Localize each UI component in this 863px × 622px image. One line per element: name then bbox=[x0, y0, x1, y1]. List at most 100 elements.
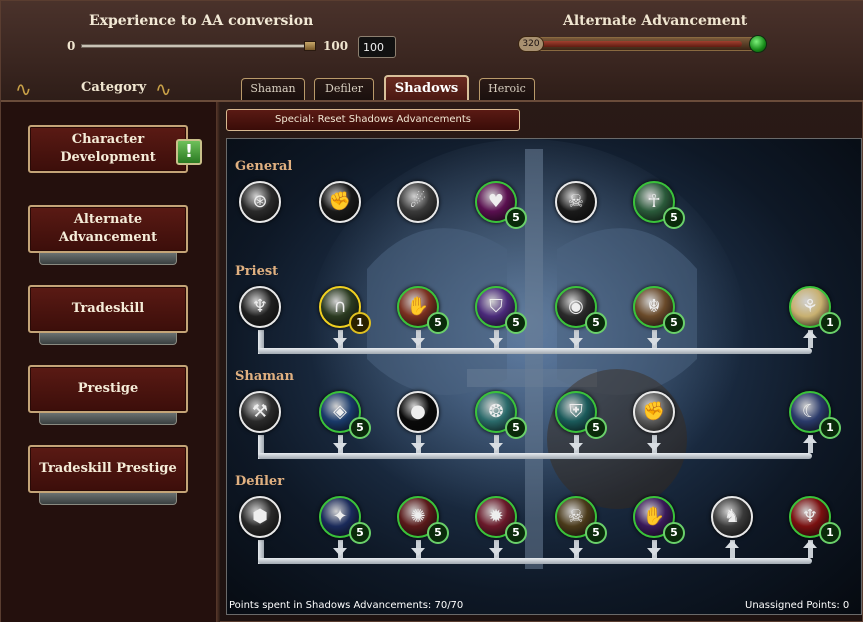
tree-connector bbox=[258, 453, 812, 459]
heart-icon: ♥ bbox=[487, 191, 505, 212]
arrow-down-icon bbox=[333, 443, 347, 451]
tree-connector bbox=[258, 558, 812, 564]
mask-icon: ❂ bbox=[488, 401, 504, 422]
rank-badge: 1 bbox=[819, 522, 841, 544]
conversion-slider[interactable] bbox=[81, 44, 315, 48]
sidebar-item-tray bbox=[39, 253, 177, 265]
row-label-defiler: Defiler bbox=[235, 474, 285, 489]
arrow-down-icon bbox=[569, 443, 583, 451]
rank-badge: 5 bbox=[585, 312, 607, 334]
rank-badge: 5 bbox=[585, 417, 607, 439]
rank-badge: 5 bbox=[505, 207, 527, 229]
priest-figure-icon: ♆ bbox=[251, 296, 269, 317]
arrow-down-icon bbox=[569, 548, 583, 556]
rank-badge: 5 bbox=[349, 417, 371, 439]
orb-icon: ● bbox=[410, 401, 426, 422]
rune-icon: ⊛ bbox=[252, 191, 268, 212]
aa-node-totem-icon[interactable]: ⚒ bbox=[239, 391, 281, 433]
aa-node-wolf-icon[interactable]: ☠ bbox=[555, 181, 597, 223]
rank-badge: 5 bbox=[427, 312, 449, 334]
rank-badge: 5 bbox=[505, 417, 527, 439]
arrow-down-icon bbox=[647, 338, 661, 346]
fist-icon: ✊ bbox=[328, 191, 352, 212]
aa-node-rune-icon[interactable]: ⊛ bbox=[239, 181, 281, 223]
tab-shaman[interactable]: Shaman bbox=[241, 78, 305, 100]
arrow-down-icon bbox=[489, 338, 503, 346]
sidebar-divider bbox=[216, 102, 220, 622]
arrow-down-icon bbox=[647, 443, 661, 451]
swirl-left-icon: ∿ bbox=[15, 77, 32, 101]
alert-icon[interactable]: ! bbox=[176, 139, 202, 165]
sidebar-item-tray bbox=[39, 413, 177, 425]
aa-node-orb-icon[interactable]: ● bbox=[397, 391, 439, 433]
arrow-down-icon bbox=[489, 443, 503, 451]
ward-icon: ⛨ bbox=[569, 401, 583, 422]
beast-icon: ♞ bbox=[723, 506, 741, 527]
advancement-orb-icon bbox=[749, 35, 767, 53]
arrow-down-icon bbox=[411, 443, 425, 451]
aa-node-stone-icon[interactable]: ⬢ bbox=[239, 496, 281, 538]
arrow-up-icon bbox=[803, 330, 817, 338]
arrow-down-icon bbox=[489, 548, 503, 556]
arrow-down-icon bbox=[411, 338, 425, 346]
arrow-down-icon bbox=[411, 548, 425, 556]
demon-icon: ♆ bbox=[801, 506, 819, 527]
advancement-progress-fill bbox=[523, 41, 742, 47]
sidebar-item-tradeskill[interactable]: Tradeskill bbox=[28, 285, 188, 333]
rank-badge: 5 bbox=[663, 312, 685, 334]
tab-shadows[interactable]: Shadows bbox=[384, 75, 469, 101]
foot-icon: ☄ bbox=[409, 191, 427, 212]
sidebar-item-tray bbox=[39, 493, 177, 505]
advancement-progress-bar bbox=[519, 37, 765, 51]
meditation-icon: ☥ bbox=[647, 191, 661, 212]
unassigned-points-text: Unassigned Points: 0 bbox=[745, 600, 850, 611]
category-sidebar bbox=[1, 102, 216, 622]
idol-icon: ☬ bbox=[647, 296, 661, 317]
rank-badge: 1 bbox=[349, 312, 371, 334]
rank-badge: 5 bbox=[663, 207, 685, 229]
top-bar: Experience to AA conversion 0 100 100 Al… bbox=[1, 1, 863, 101]
arrow-down-icon bbox=[333, 548, 347, 556]
tab-defiler[interactable]: Defiler bbox=[314, 78, 374, 100]
eye-icon: ◉ bbox=[568, 296, 584, 317]
aa-node-priest-figure-icon[interactable]: ♆ bbox=[239, 286, 281, 328]
wolf-howl-icon: ☾ bbox=[801, 401, 819, 422]
rank-badge: 5 bbox=[585, 522, 607, 544]
row-label-shaman: Shaman bbox=[235, 369, 294, 384]
rank-badge: 5 bbox=[663, 522, 685, 544]
row-label-general: General bbox=[235, 159, 293, 174]
wings-icon: ⚘ bbox=[801, 296, 819, 317]
advancement-title: Alternate Advancement bbox=[563, 13, 748, 29]
sidebar-item-prestige[interactable]: Prestige bbox=[28, 365, 188, 413]
sidebar-item-alternate-advancement[interactable]: Alternate Advancement bbox=[28, 205, 188, 253]
rank-badge: 5 bbox=[349, 522, 371, 544]
skull-icon: ☠ bbox=[567, 506, 585, 527]
aa-node-fist-icon[interactable]: ✊ bbox=[319, 181, 361, 223]
arrow-down-icon bbox=[569, 338, 583, 346]
arrow-up-icon bbox=[803, 540, 817, 548]
swirl-right-icon: ∿ bbox=[155, 77, 172, 101]
aa-node-gauntlet-icon[interactable]: ✊ bbox=[633, 391, 675, 433]
aa-node-beast-icon[interactable]: ♞ bbox=[711, 496, 753, 538]
arrow-down-icon bbox=[647, 548, 661, 556]
advancement-points: 320 bbox=[518, 36, 544, 52]
tab-heroic[interactable]: Heroic bbox=[479, 78, 535, 100]
advancement-tree: General ⊛ ✊ ☄ ♥ 5 ☠ ☥ 5 Priest ♆ ∩ 1 ✋ 5 ⛉ 5 ◉ 5 ☬ 5 ⚘ 1 Shaman… bbox=[226, 138, 862, 615]
sidebar-item-character-development[interactable]: Character Development bbox=[28, 125, 188, 173]
spider-icon: ✺ bbox=[410, 506, 426, 527]
doorway-icon: ∩ bbox=[333, 296, 347, 317]
curse-hand-icon: ✋ bbox=[642, 506, 666, 527]
conversion-input[interactable]: 100 bbox=[358, 36, 396, 58]
tree-connector bbox=[258, 348, 812, 354]
rank-badge: 1 bbox=[819, 417, 841, 439]
hand-icon: ✋ bbox=[406, 296, 430, 317]
rank-badge: 1 bbox=[819, 312, 841, 334]
points-spent-text: Points spent in Shadows Advancements: 70… bbox=[229, 600, 464, 611]
wraith-icon: ✦ bbox=[332, 506, 348, 527]
blood-spray-icon: ✹ bbox=[488, 506, 504, 527]
aa-node-foot-icon[interactable]: ☄ bbox=[397, 181, 439, 223]
conversion-slider-thumb[interactable] bbox=[304, 41, 316, 51]
sidebar-item-tradeskill-prestige[interactable]: Tradeskill Prestige bbox=[28, 445, 188, 493]
sidebar-item-tray bbox=[39, 333, 177, 345]
reset-advancements-button[interactable]: Special: Reset Shadows Advancements bbox=[226, 109, 520, 131]
